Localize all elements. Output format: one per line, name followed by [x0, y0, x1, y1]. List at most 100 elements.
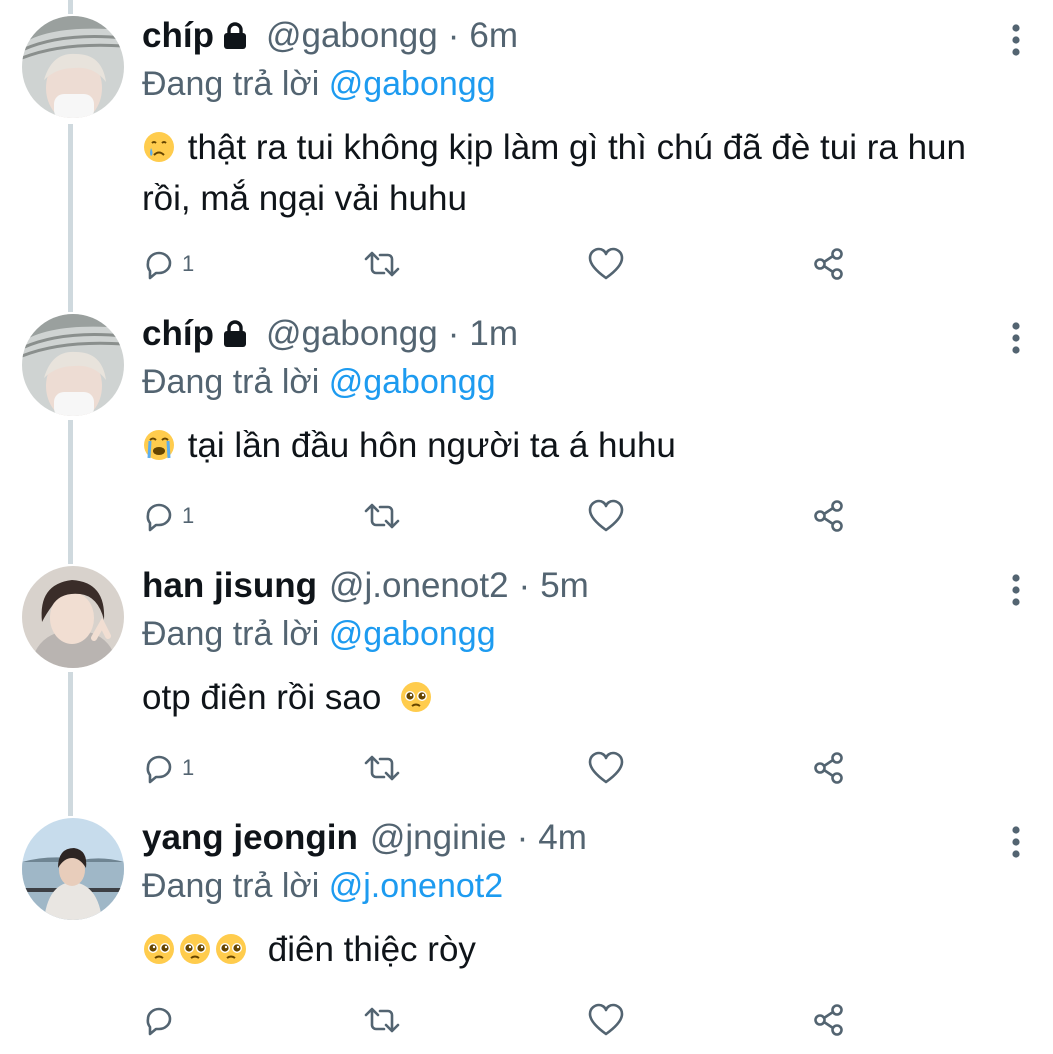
reply-button[interactable]: 1 — [142, 496, 194, 536]
more-vertical-icon[interactable] — [1003, 20, 1029, 60]
separator: · — [447, 16, 460, 55]
reply-target-link[interactable]: @gabongg — [329, 363, 496, 401]
pleading-face-icon — [180, 934, 210, 964]
tweet-header: yang jeongin @jnginie · 4m — [142, 816, 587, 860]
reply-icon — [146, 251, 172, 280]
display-name[interactable]: chíp — [142, 312, 214, 356]
pleading-face-icon — [401, 682, 432, 712]
like-button[interactable] — [588, 244, 624, 284]
tweet-header: chíp @gabongg · 1m — [142, 312, 518, 356]
more-vertical-icon[interactable] — [1003, 570, 1029, 610]
tweet[interactable]: chíp @gabongg · 6m Đang trả lời @gabongg — [0, 0, 1053, 280]
pleading-face-icon — [216, 934, 246, 964]
tweet-header: han jisung @j.onenot2 · 5m — [142, 564, 589, 608]
heart-icon — [588, 499, 624, 532]
display-name[interactable]: chíp — [142, 14, 214, 58]
like-button[interactable] — [588, 496, 624, 536]
retweet-icon — [364, 251, 400, 277]
separator: · — [516, 818, 529, 857]
action-bar — [142, 1000, 1042, 1040]
tweet-text: otp điên rồi sao — [142, 672, 1022, 723]
replying-to: Đang trả lời @gabongg — [142, 612, 496, 656]
reply-icon — [146, 503, 172, 532]
tweet-text: thật ra tui không kịp làm gì thì chú đã … — [142, 122, 1022, 224]
action-bar: 1 — [142, 748, 1042, 788]
retweet-icon — [364, 503, 400, 529]
handle[interactable]: @jnginie — [370, 816, 507, 860]
replying-to-label: Đang trả lời — [142, 363, 320, 401]
heart-icon — [588, 751, 624, 784]
tweet[interactable]: chíp @gabongg · 1m Đang trả lời @gabongg — [0, 298, 1053, 550]
reply-target-link[interactable]: @gabongg — [329, 615, 496, 653]
share-button[interactable] — [812, 748, 846, 788]
avatar[interactable] — [22, 818, 124, 920]
retweet-button[interactable] — [362, 496, 402, 536]
reply-count: 1 — [182, 755, 195, 780]
display-name[interactable]: yang jeongin — [142, 816, 358, 860]
tweet-text-content: tại lần đầu hôn người ta á huhu — [187, 426, 676, 465]
replying-to-label: Đang trả lời — [142, 867, 320, 905]
reply-button[interactable]: 1 — [142, 748, 194, 788]
reply-count: 1 — [182, 503, 195, 528]
retweet-button[interactable] — [362, 748, 402, 788]
timestamp[interactable]: 6m — [469, 14, 518, 58]
heart-icon — [588, 247, 624, 280]
timestamp[interactable]: 4m — [538, 816, 587, 860]
separator: · — [447, 314, 460, 353]
tweet-text: điên thiệc ròy — [142, 924, 1022, 975]
reply-button[interactable] — [142, 1000, 182, 1040]
reply-icon — [146, 755, 172, 784]
tweet[interactable]: han jisung @j.onenot2 · 5m Đang trả lời … — [0, 550, 1053, 802]
timestamp[interactable]: 1m — [469, 312, 518, 356]
like-button[interactable] — [588, 748, 624, 788]
tweet-text-content: điên thiệc ròy — [267, 930, 476, 969]
replying-to: Đang trả lời @gabongg — [142, 62, 496, 106]
crying-face-icon — [144, 132, 174, 162]
avatar[interactable] — [22, 314, 124, 416]
reply-target-link[interactable]: @j.onenot2 — [329, 867, 503, 905]
reply-button[interactable]: 1 — [142, 244, 194, 284]
tweet-text-content: otp điên rồi sao — [142, 678, 382, 717]
tweet-text-content: thật ra tui không kịp làm gì thì chú đã … — [142, 128, 966, 218]
share-button[interactable] — [812, 1000, 846, 1040]
tweet-header: chíp @gabongg · 6m — [142, 14, 518, 58]
replying-to-label: Đang trả lời — [142, 615, 320, 653]
replying-to: Đang trả lời @gabongg — [142, 360, 496, 404]
share-button[interactable] — [812, 244, 846, 284]
share-button[interactable] — [812, 496, 846, 536]
lock-icon — [223, 22, 246, 49]
reply-count: 1 — [182, 251, 195, 276]
display-name[interactable]: han jisung — [142, 564, 317, 608]
handle[interactable]: @gabongg — [266, 312, 438, 356]
pleading-face-icon — [144, 934, 174, 964]
share-icon — [814, 1004, 843, 1036]
retweet-button[interactable] — [362, 1000, 402, 1040]
avatar[interactable] — [22, 566, 124, 668]
loudly-crying-face-icon — [144, 430, 174, 460]
separator: · — [518, 566, 531, 605]
more-vertical-icon[interactable] — [1003, 822, 1029, 862]
retweet-icon — [364, 755, 400, 781]
reply-target-link[interactable]: @gabongg — [329, 65, 496, 103]
tweet-text: tại lần đầu hôn người ta á huhu — [142, 420, 1022, 471]
tweet[interactable]: yang jeongin @jnginie · 4m Đang trả lời … — [0, 802, 1053, 1054]
timestamp[interactable]: 5m — [540, 564, 589, 608]
share-icon — [814, 500, 843, 532]
action-bar: 1 — [142, 496, 1042, 536]
lock-icon — [223, 320, 246, 347]
more-vertical-icon[interactable] — [1003, 318, 1029, 358]
share-icon — [814, 248, 843, 280]
share-icon — [814, 752, 843, 784]
handle[interactable]: @gabongg — [266, 14, 438, 58]
heart-icon — [588, 1003, 624, 1036]
reply-icon — [146, 1007, 172, 1036]
retweet-button[interactable] — [362, 244, 402, 284]
replying-to: Đang trả lời @j.onenot2 — [142, 864, 503, 908]
action-bar: 1 — [142, 244, 1042, 284]
conversation-feed: chíp @gabongg · 6m Đang trả lời @gabongg — [0, 0, 1053, 1052]
retweet-icon — [364, 1007, 400, 1033]
handle[interactable]: @j.onenot2 — [329, 564, 509, 608]
replying-to-label: Đang trả lời — [142, 65, 320, 103]
like-button[interactable] — [588, 1000, 624, 1040]
avatar[interactable] — [22, 16, 124, 118]
